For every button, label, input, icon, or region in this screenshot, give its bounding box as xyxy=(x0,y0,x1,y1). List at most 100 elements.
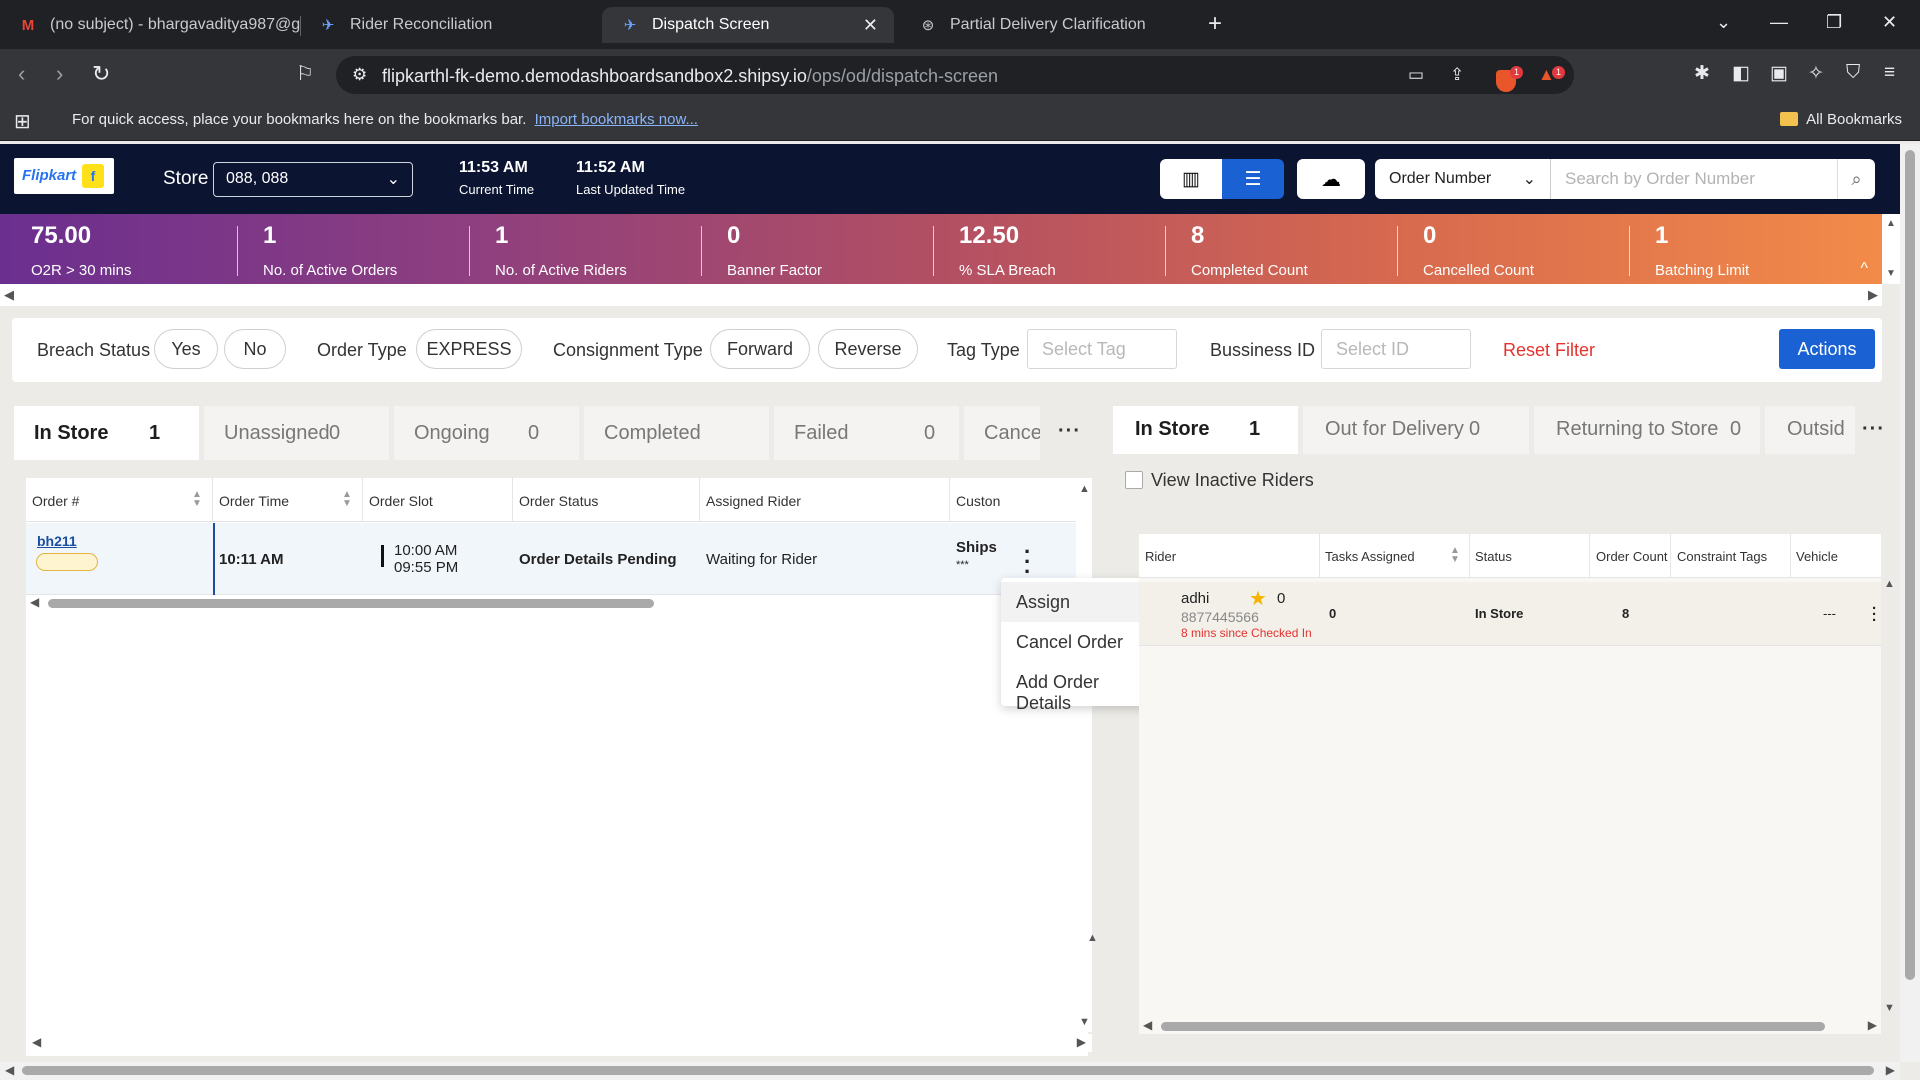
scroll-right-icon[interactable]: ▶ xyxy=(1868,1018,1877,1032)
map-view-button[interactable]: ▥ xyxy=(1160,159,1222,199)
new-tab-icon[interactable]: + xyxy=(1208,10,1222,38)
scroll-left-icon[interactable]: ◀ xyxy=(32,1035,41,1049)
window-close-icon[interactable]: ✕ xyxy=(1882,12,1897,33)
browser-tab-dispatch-screen[interactable]: ✈ Dispatch Screen ✕ xyxy=(602,7,894,43)
scrollbar-thumb[interactable] xyxy=(1905,150,1915,980)
tab-outside[interactable]: Outsid xyxy=(1765,406,1855,454)
wallet-icon[interactable]: ▣ xyxy=(1770,62,1788,85)
table-row[interactable]: bh211 10:11 AM 10:00 AM 09:55 PM Order D… xyxy=(26,523,1086,595)
tab-in-store[interactable]: In Store 1 xyxy=(14,406,199,460)
import-bookmarks-link[interactable]: Import bookmarks now... xyxy=(535,111,698,128)
reset-filter-link[interactable]: Reset Filter xyxy=(1503,340,1595,361)
consignment-forward-button[interactable]: Forward xyxy=(710,329,810,369)
order-search-input[interactable]: Search by Order Number xyxy=(1550,159,1837,199)
breach-no-button[interactable]: No xyxy=(224,329,286,369)
scroll-up-icon[interactable]: ▲ xyxy=(1079,483,1090,495)
sort-icon[interactable]: ▲ ▼ xyxy=(1450,546,1460,565)
tab-out-for-delivery[interactable]: Out for Delivery 0 xyxy=(1303,406,1529,454)
scroll-down-icon[interactable]: ▼ xyxy=(1886,268,1896,279)
all-bookmarks-button[interactable]: All Bookmarks xyxy=(1780,111,1902,128)
breach-yes-button[interactable]: Yes xyxy=(154,329,218,369)
browser-tab-gmail[interactable]: M (no subject) - bhargavaditya987@g xyxy=(0,7,300,43)
minimize-icon[interactable]: — xyxy=(1770,12,1788,33)
reload-icon[interactable]: ↻ xyxy=(92,61,110,87)
bookmark-icon[interactable]: ⚐ xyxy=(296,61,314,86)
scroll-down-icon[interactable]: ▼ xyxy=(1079,1016,1090,1028)
extensions-icon[interactable]: ✱ xyxy=(1694,62,1710,85)
scroll-left-icon[interactable]: ◀ xyxy=(30,595,39,609)
share-icon[interactable]: ⇪ xyxy=(1450,65,1464,85)
browser-tab-partial-delivery[interactable]: ⊛ Partial Delivery Clarification xyxy=(900,7,1200,43)
stats-vertical-scrollbar[interactable]: ▲ ▼ xyxy=(1882,214,1900,284)
url-field[interactable]: ⚙ flipkarthl-fk-demo.demodashboardsandbo… xyxy=(336,56,1574,94)
order-type-express-button[interactable]: EXPRESS xyxy=(416,329,522,369)
tab-riders-in-store[interactable]: In Store 1 xyxy=(1113,406,1298,454)
sort-icon[interactable]: ▲ ▼ xyxy=(192,490,202,509)
page: M (no subject) - bhargavaditya987@g ✈ Ri… xyxy=(0,0,1920,1080)
scroll-right-icon[interactable]: ▶ xyxy=(1077,1035,1086,1049)
tab-unassigned[interactable]: Unassigned 0 xyxy=(204,406,389,460)
more-tabs-icon[interactable]: ··· xyxy=(1058,420,1081,443)
weather-button[interactable]: ☁ xyxy=(1297,159,1365,199)
close-tab-icon[interactable]: ✕ xyxy=(863,15,878,36)
collapse-caret-icon[interactable]: ^ xyxy=(1860,260,1868,278)
orders-horizontal-scrollbar[interactable]: ◀ xyxy=(26,595,1086,611)
row-actions-kebab-icon[interactable]: · · · xyxy=(1024,541,1031,583)
menu-icon[interactable]: ≡ xyxy=(1884,62,1895,84)
stats-strip: 75.00 O2R > 30 mins 1 No. of Active Orders… xyxy=(0,214,1882,284)
scrollbar-thumb[interactable] xyxy=(1161,1022,1825,1031)
stats-horizontal-scrollbar[interactable]: ◀ ▶ xyxy=(0,284,1882,306)
scroll-left-icon[interactable]: ◀ xyxy=(5,1063,14,1077)
search-icon: ⌕ xyxy=(1851,168,1862,189)
consignment-reverse-button[interactable]: Reverse xyxy=(818,329,918,369)
view-inactive-riders-checkbox[interactable]: View Inactive Riders xyxy=(1125,470,1314,491)
scroll-left-icon[interactable]: ◀ xyxy=(1143,1018,1152,1032)
sidebar-icon[interactable]: ◧ xyxy=(1732,62,1750,85)
scrollbar-thumb[interactable] xyxy=(48,599,654,608)
browser-tab-rider-reconciliation[interactable]: ✈ Rider Reconciliation xyxy=(300,7,600,43)
table-row[interactable]: adhi ★ 0 8877445566 8 mins since Checked… xyxy=(1139,582,1881,646)
riders-horizontal-scrollbar[interactable]: ◀ ▶ xyxy=(1139,1018,1881,1034)
page-horizontal-scrollbar[interactable]: ◀ ▶ xyxy=(0,1062,1900,1080)
tab-cancelled[interactable]: Cance xyxy=(964,406,1040,460)
search-type-select[interactable]: Order Number ⌄ xyxy=(1375,159,1550,199)
riders-vertical-scrollbar[interactable]: ▲ ▼ xyxy=(1881,578,1897,1018)
orders-vertical-scrollbar[interactable]: ▲ ▼ xyxy=(1076,478,1092,1032)
search-button[interactable]: ⌕ xyxy=(1837,159,1875,199)
tab-ongoing[interactable]: Ongoing 0 xyxy=(394,406,579,460)
back-icon[interactable]: ‹ xyxy=(18,61,25,87)
scrollbar-thumb[interactable] xyxy=(22,1066,1874,1075)
tab-search-chevron-icon[interactable]: ⌄ xyxy=(1716,12,1731,33)
leo-ai-icon[interactable]: ✧ xyxy=(1808,62,1824,85)
row-scroll-up-icon[interactable]: ▲ xyxy=(1087,932,1098,944)
restore-icon[interactable]: ❐ xyxy=(1826,12,1842,33)
tab-completed[interactable]: Completed xyxy=(584,406,769,460)
more-tabs-icon[interactable]: ··· xyxy=(1862,418,1885,441)
site-info-icon[interactable]: ⚙ xyxy=(352,65,367,85)
business-id-select[interactable]: Select ID xyxy=(1321,329,1471,369)
vpn-icon[interactable]: ⛉ xyxy=(1846,62,1860,84)
scroll-right-icon[interactable]: ▶ xyxy=(1886,1063,1895,1077)
rider-actions-kebab-icon[interactable]: · · · xyxy=(1872,601,1877,628)
apps-grid-icon[interactable]: ⊞ xyxy=(14,109,31,134)
scroll-up-icon[interactable]: ▲ xyxy=(1884,578,1895,590)
page-vertical-scrollbar[interactable] xyxy=(1900,144,1920,1062)
flipkart-logo[interactable]: Flipkart f xyxy=(14,158,114,194)
order-time: 10:11 AM xyxy=(219,551,284,568)
scroll-down-icon[interactable]: ▼ xyxy=(1884,1002,1895,1014)
tag-select[interactable]: Select Tag xyxy=(1027,329,1177,369)
forward-icon[interactable]: › xyxy=(56,61,63,87)
orders-bottom-scrollbar[interactable]: ◀ ▶ xyxy=(26,1034,1092,1052)
tab-returning-to-store[interactable]: Returning to Store 0 xyxy=(1534,406,1760,454)
scroll-up-icon[interactable]: ▲ xyxy=(1886,218,1896,229)
checkbox-icon[interactable] xyxy=(1125,471,1143,489)
sort-icon[interactable]: ▲ ▼ xyxy=(342,490,352,509)
store-select[interactable]: 088, 088 ⌄ xyxy=(213,162,413,197)
scroll-left-icon[interactable]: ◀ xyxy=(4,287,14,303)
list-view-button[interactable]: ☰ xyxy=(1222,159,1284,199)
actions-button[interactable]: Actions xyxy=(1779,329,1875,369)
order-number-link[interactable]: bh211 xyxy=(37,533,77,549)
scroll-right-icon[interactable]: ▶ xyxy=(1868,287,1878,303)
tab-failed[interactable]: Failed 0 xyxy=(774,406,959,460)
cast-icon[interactable]: ▭ xyxy=(1408,65,1424,85)
